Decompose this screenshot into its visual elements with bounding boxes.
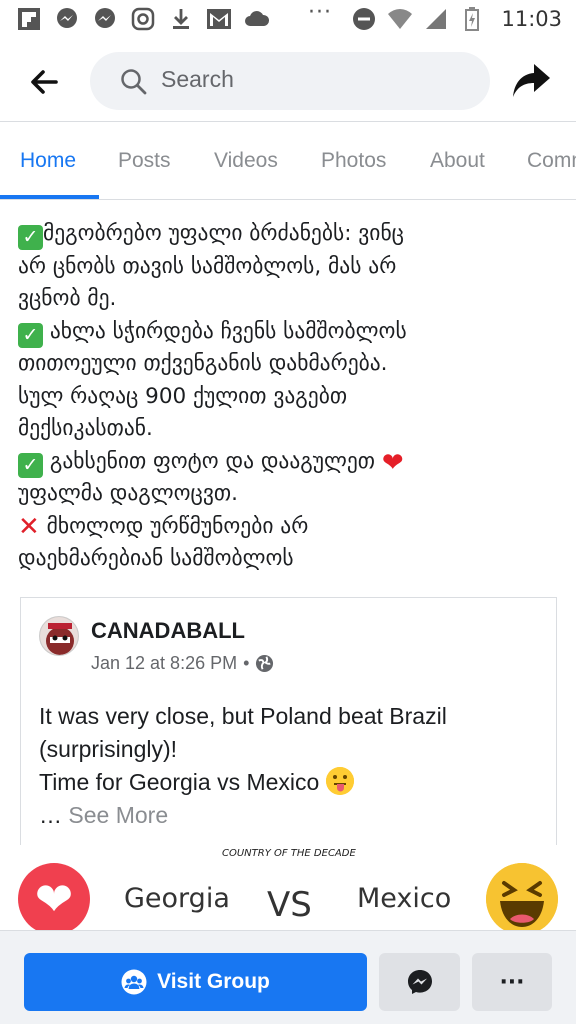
body-line: … See More: [39, 799, 544, 832]
post-line: ✓ ახლა სჭირდება ჩვენს სამშობლოს: [18, 316, 563, 349]
image-caption: COUNTRY OF THE DECADE: [222, 848, 356, 859]
flipboard-icon: [16, 6, 42, 32]
tab-posts[interactable]: Posts: [118, 149, 171, 173]
gmail-icon: [206, 6, 232, 32]
search-placeholder: Search: [161, 66, 234, 92]
laughing-reaction-icon: [486, 863, 558, 935]
tab-photos[interactable]: Photos: [321, 149, 386, 173]
check-mark-icon: ✓: [18, 452, 43, 478]
shared-post-card[interactable]: CANADABALL Jan 12 at 8:26 PM • It was ve…: [20, 597, 557, 857]
ellipsis: …: [39, 802, 62, 828]
post-line-text: მხოლოდ ურწმუნოები არ: [39, 513, 309, 539]
body-line: Time for Georgia vs Mexico: [39, 766, 544, 799]
check-mark-icon: ✓: [18, 322, 43, 348]
share-button[interactable]: [510, 62, 552, 100]
notification-icons: [16, 6, 270, 32]
cross-mark-icon: ✕: [18, 511, 40, 542]
left-team-label: Georgia: [124, 883, 230, 914]
post-line: ვცნობ მე.: [18, 286, 117, 311]
post-line: ✓ მეგობრებო უფალი ბრძანებს: ვინც: [18, 218, 563, 251]
more-notifications-indicator: ···: [308, 0, 332, 25]
post-line: დაეხმარებიან სამშობლოს: [18, 546, 294, 571]
post-line: უფალმა დაგლოცვთ.: [18, 481, 238, 506]
wifi-icon: [387, 6, 413, 32]
heart-emoji-icon: ❤: [381, 447, 404, 478]
post-line-text: ახლა სჭირდება ჩვენს სამშობლოს: [43, 318, 407, 344]
back-arrow-icon: [31, 70, 58, 94]
meta-separator: •: [243, 653, 250, 673]
instagram-icon: [130, 6, 156, 32]
post-line: სულ რაღაც 900 ქულით ვაგებთ: [18, 383, 348, 409]
message-button[interactable]: [379, 953, 460, 1011]
download-icon: [168, 6, 194, 32]
post-line-text: მეგობრებო უფალი ბრძანებს: ვინც: [43, 221, 404, 246]
see-more-link[interactable]: See More: [68, 802, 168, 828]
body-line: (surprisingly)!: [39, 736, 178, 762]
tab-videos[interactable]: Videos: [214, 149, 278, 173]
right-team-label: Mexico: [357, 883, 452, 914]
search-icon: [121, 69, 147, 95]
post-text: ✓ მეგობრებო უფალი ბრძანებს: ვინც არ ცნობს…: [18, 218, 563, 576]
search-input[interactable]: Search: [90, 52, 490, 110]
group-icon: [121, 969, 147, 995]
post-line: თითოეული თქვენგანის დახმარება.: [18, 351, 388, 376]
post-line-text: გახსენით ფოტო და დააგულეთ: [43, 448, 382, 474]
post-meta: Jan 12 at 8:26 PM •: [91, 653, 274, 674]
body-line-text: Time for Georgia vs Mexico: [39, 769, 320, 795]
post-line: ✕ მხოლოდ ურწმუნოები არ: [18, 511, 563, 544]
love-reaction-icon: ❤: [18, 863, 90, 935]
clock: 11:03: [501, 7, 562, 31]
more-options-icon: ···: [499, 969, 525, 995]
check-mark-icon: ✓: [18, 225, 43, 250]
cloud-icon: [244, 6, 270, 32]
shared-image-preview[interactable]: COUNTRY OF THE DECADE ❤ Georgia VS Mexic…: [0, 845, 576, 935]
tab-about[interactable]: About: [430, 149, 485, 173]
avatar[interactable]: [39, 616, 79, 656]
globe-icon: [256, 654, 274, 673]
visit-group-label: Visit Group: [157, 970, 270, 993]
signal-icon: [423, 6, 449, 32]
more-options-button[interactable]: ···: [472, 953, 552, 1011]
messenger-icon: [407, 970, 432, 994]
visit-group-button[interactable]: Visit Group: [24, 953, 367, 1011]
messenger-icon: [92, 6, 118, 32]
system-icons: 11:03: [351, 6, 562, 32]
tongue-emoji-icon: [325, 767, 354, 795]
battery-icon: [459, 6, 485, 32]
post-line: არ ცნობს თავის სამშობლოს, მას არ: [18, 253, 397, 279]
active-tab-indicator: [0, 195, 99, 199]
shared-post-body: It was very close, but Poland beat Brazi…: [39, 700, 544, 832]
post-line: ✓ გახსენით ფოტო და დააგულეთ ❤: [18, 446, 563, 479]
versus-label: VS: [267, 885, 312, 925]
top-bar: Search: [0, 40, 576, 122]
author-name[interactable]: CANADABALL: [91, 618, 245, 644]
bottom-action-bar: Visit Group ···: [0, 930, 576, 1024]
tab-home[interactable]: Home: [20, 149, 76, 173]
post-date[interactable]: Jan 12 at 8:26 PM: [91, 653, 237, 674]
back-button[interactable]: [26, 64, 62, 100]
share-arrow-icon: [513, 64, 550, 97]
messenger-icon: [54, 6, 80, 32]
post-line: მექსიკასთან.: [18, 416, 153, 441]
status-bar: ··· 11:03: [0, 0, 576, 40]
body-line: It was very close, but Poland beat Brazi…: [39, 703, 447, 729]
do-not-disturb-icon: [351, 6, 377, 32]
page-tabs: Home Posts Videos Photos About Comm: [0, 122, 576, 200]
tab-community[interactable]: Comm: [527, 149, 576, 173]
